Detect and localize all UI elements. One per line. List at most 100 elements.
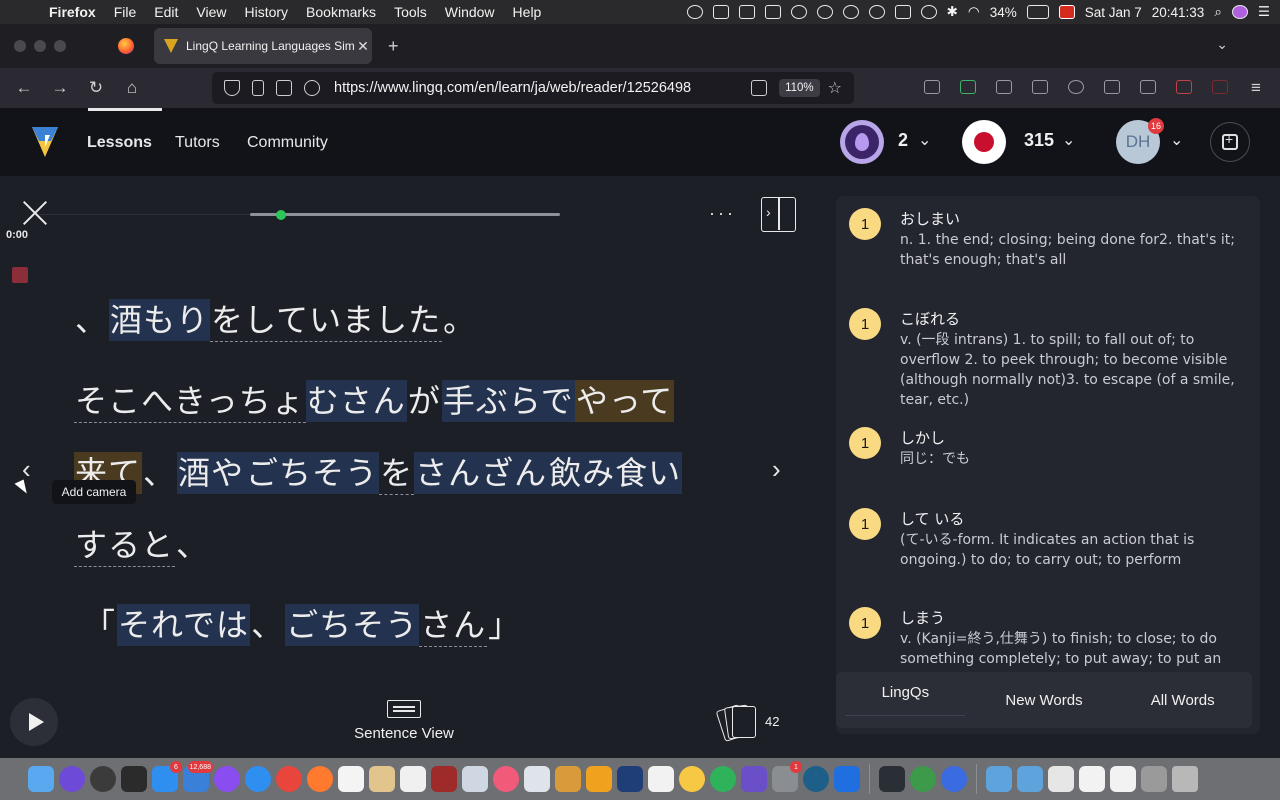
tab-new-words[interactable]: New Words <box>975 692 1114 709</box>
menubar-date[interactable]: Sat Jan 7 <box>1085 5 1142 20</box>
lesson-word[interactable]: すると <box>74 524 176 567</box>
lesson-word[interactable]: やって <box>574 380 675 422</box>
safari-icon[interactable] <box>245 766 271 792</box>
tracking-blocked-icon[interactable] <box>304 80 320 96</box>
status-app-icon[interactable] <box>712 5 729 19</box>
streak-count[interactable]: 2 <box>898 130 908 151</box>
lesson-word[interactable]: 酒や <box>177 452 246 494</box>
script-editor-icon[interactable] <box>524 766 550 792</box>
pocket-icon[interactable] <box>924 80 940 94</box>
time-machine-icon[interactable] <box>920 5 937 19</box>
bluetooth-icon[interactable]: ✱ <box>947 4 958 20</box>
file-stack-icon[interactable] <box>1079 766 1105 792</box>
clipboard-icon[interactable] <box>764 5 781 19</box>
lesson-word[interactable]: 酒もり <box>109 299 211 341</box>
sidebar-icon[interactable] <box>1032 80 1048 94</box>
streak-badge[interactable] <box>840 120 884 164</box>
zoom-level[interactable]: 110% <box>779 79 820 97</box>
menu-view[interactable]: View <box>187 4 235 20</box>
textedit-icon[interactable] <box>400 766 426 792</box>
tab-lingqs[interactable]: LingQs <box>836 684 975 716</box>
japanese-flag-icon[interactable] <box>962 120 1006 164</box>
plus-cross-icon[interactable] <box>738 5 755 19</box>
extension-check-icon[interactable] <box>1068 80 1084 94</box>
keyboard-app-icon[interactable] <box>1141 766 1167 792</box>
browser-tab-lingq[interactable]: LingQ Learning Languages Simpl ✕ <box>154 28 372 64</box>
spotlight-search-icon[interactable]: ⌕ <box>1214 4 1222 20</box>
permissions-icon[interactable] <box>276 80 292 96</box>
nav-community[interactable]: Community <box>247 134 328 152</box>
onepassword-icon[interactable] <box>842 5 859 19</box>
puzzle-app-icon[interactable] <box>741 766 767 792</box>
lesson-word[interactable]: をしていました <box>210 299 443 342</box>
battery-percent[interactable]: 34% <box>990 5 1017 20</box>
reload-button[interactable]: ↻ <box>78 78 114 98</box>
status-badge[interactable]: 1 <box>849 427 881 459</box>
imovie-icon[interactable] <box>555 766 581 792</box>
import-lesson-button[interactable] <box>1210 122 1250 162</box>
trash-icon[interactable] <box>1172 766 1198 792</box>
photos-icon[interactable] <box>679 766 705 792</box>
flashcards-button[interactable] <box>715 703 760 742</box>
firefox-dock-icon[interactable] <box>307 766 333 792</box>
control-center-icon[interactable]: ☰ <box>1258 4 1270 20</box>
extension-red-icon[interactable] <box>1212 80 1228 94</box>
m-circle-icon[interactable] <box>790 5 807 19</box>
menu-edit[interactable]: Edit <box>145 4 187 20</box>
firefox-view-icon[interactable] <box>118 38 134 54</box>
canada-flag-icon[interactable] <box>1058 5 1075 19</box>
music-icon[interactable] <box>493 766 519 792</box>
document-stack-icon[interactable] <box>1048 766 1074 792</box>
accessibility-icon[interactable] <box>868 5 885 19</box>
downloads-icon[interactable] <box>960 80 976 94</box>
activity-monitor-icon[interactable] <box>90 766 116 792</box>
profile-chevron-down-icon[interactable]: ⌄ <box>1170 130 1183 150</box>
forward-button[interactable]: → <box>42 78 78 98</box>
xcode-icon[interactable] <box>617 766 643 792</box>
url-text[interactable]: https://www.lingq.com/en/learn/ja/web/re… <box>334 80 739 96</box>
lesson-word[interactable]: さんざん <box>414 452 549 494</box>
lesson-word[interactable]: ごちそう <box>285 604 420 646</box>
time-machine-dock-icon[interactable] <box>803 766 829 792</box>
menu-file[interactable]: File <box>105 4 146 20</box>
lingq-logo-icon[interactable] <box>30 125 60 159</box>
streak-chevron-down-icon[interactable]: ⌄ <box>918 130 931 150</box>
status-badge[interactable]: 1 <box>849 508 881 540</box>
lesson-word[interactable]: むさん <box>305 380 407 422</box>
record-stop-button[interactable] <box>12 267 28 283</box>
status-badge[interactable]: 1 <box>849 308 881 340</box>
menu-app-firefox[interactable]: Firefox <box>40 4 105 20</box>
home-button[interactable]: ⌂ <box>114 78 150 98</box>
battery-icon[interactable] <box>1026 5 1049 19</box>
system-preferences-icon[interactable]: 1 <box>772 761 802 792</box>
toggle-sidebar-button[interactable]: › <box>761 197 796 232</box>
back-button[interactable]: ← <box>6 78 42 98</box>
evernote-dock-icon[interactable] <box>710 766 736 792</box>
hamburger-menu-icon[interactable]: ≡ <box>1238 78 1274 98</box>
messenger-icon[interactable] <box>214 766 240 792</box>
menu-bookmarks[interactable]: Bookmarks <box>297 4 385 20</box>
new-tab-button[interactable]: + <box>388 36 399 57</box>
lesson-word[interactable]: さん <box>419 604 488 647</box>
notes-app-icon[interactable] <box>369 766 395 792</box>
documents-folder-icon[interactable] <box>1017 766 1043 792</box>
tab-all-words[interactable]: All Words <box>1113 692 1252 709</box>
garageband-icon[interactable] <box>586 766 612 792</box>
status-badge[interactable]: 1 <box>849 208 881 240</box>
dictionary-icon[interactable] <box>431 766 457 792</box>
whiteboard-app-icon[interactable] <box>648 766 674 792</box>
url-bar[interactable]: https://www.lingq.com/en/learn/ja/web/re… <box>212 72 854 104</box>
extension-card-icon[interactable] <box>1104 80 1120 94</box>
pirate-app-icon[interactable] <box>121 766 147 792</box>
menu-window[interactable]: Window <box>436 4 504 20</box>
console-icon[interactable] <box>879 766 905 792</box>
preview-icon[interactable] <box>462 766 488 792</box>
zoom-window-button[interactable] <box>54 40 66 52</box>
photos-badge-app-icon[interactable]: 12,688 <box>183 761 213 792</box>
onepassword-dock-icon[interactable] <box>834 766 860 792</box>
text-file-icon[interactable] <box>1110 766 1136 792</box>
wifi-icon[interactable]: ◠ <box>968 4 980 20</box>
lesson-progress-bar[interactable] <box>250 209 560 220</box>
lesson-word[interactable]: を <box>379 452 415 495</box>
siri-icon[interactable] <box>1231 5 1248 19</box>
